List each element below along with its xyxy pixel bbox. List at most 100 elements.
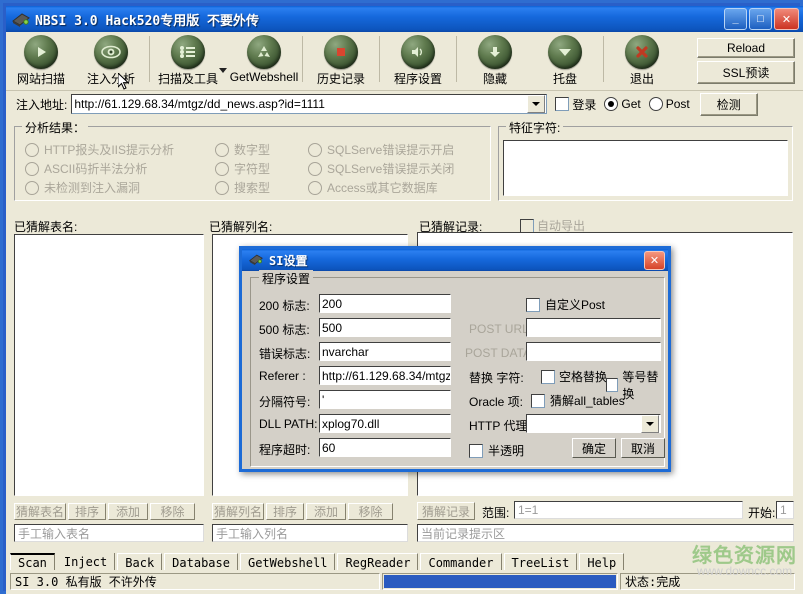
field-separator-input[interactable]: ' (319, 390, 451, 409)
toolbar-label: 程序设置 (394, 70, 442, 87)
toolbar-button-inject-analysis[interactable]: 注入分析 (76, 32, 146, 91)
analysis-option-ascii[interactable]: ASCII码折半法分析 (25, 160, 147, 177)
manual-table-input[interactable]: 手工输入表名 (14, 524, 204, 542)
detect-button[interactable]: 检测 (700, 93, 758, 116)
range-input[interactable]: 1=1 (514, 501, 743, 519)
manual-column-input[interactable]: 手工输入列名 (212, 524, 408, 542)
list-icon (171, 35, 205, 69)
analysis-option-sql-error-off[interactable]: SQLServe错误提示关闭 (308, 160, 454, 177)
toolbar-button-tray[interactable]: 托盘 (530, 32, 600, 91)
radio-dot (25, 181, 39, 195)
analysis-option-numeric[interactable]: 数字型 (215, 141, 270, 158)
field-200-flag-input[interactable]: 200 (319, 294, 451, 313)
analysis-option-sql-error-on[interactable]: SQLServe错误提示开启 (308, 141, 454, 158)
toolbar-label: 托盘 (553, 70, 577, 87)
login-checkbox[interactable]: 登录 (555, 96, 596, 113)
tab-database[interactable]: Database (164, 553, 238, 570)
http-proxy-combo[interactable] (526, 414, 661, 433)
tab-getwebshell[interactable]: GetWebshell (240, 553, 335, 570)
progress-fill (384, 575, 616, 588)
status-state-text: 状态:完成 (620, 573, 795, 590)
ok-button[interactable]: 确定 (572, 438, 616, 458)
tab-scan[interactable]: Scan (10, 553, 55, 570)
replace-space-checkbox[interactable]: 空格替换 (541, 368, 607, 385)
tables-remove-button[interactable]: 移除 (150, 503, 195, 520)
field-error-flag-input[interactable]: nvarchar (319, 342, 451, 361)
radio-dot (649, 97, 663, 111)
field-referer-input[interactable]: http://61.129.68.34/mtgz/d (319, 366, 451, 385)
toolbar-label: GetWebshell (230, 70, 298, 84)
method-post-radio[interactable]: Post (649, 97, 690, 111)
reload-button[interactable]: Reload (697, 38, 795, 58)
tab-help[interactable]: Help (579, 553, 624, 570)
guess-records-button[interactable]: 猜解记录 (417, 502, 475, 520)
post-data-label: POST DATA: (465, 346, 534, 360)
toolbar-separator (603, 36, 604, 82)
minimize-button[interactable]: _ (724, 8, 747, 30)
post-data-input[interactable] (526, 342, 661, 361)
field-timeout-input[interactable]: 60 (319, 438, 451, 457)
toolbar-separator (149, 36, 150, 82)
guess-columns-button[interactable]: 猜解列名 (212, 503, 264, 520)
tables-sort-button[interactable]: 排序 (68, 503, 106, 520)
radio-dot (25, 162, 39, 176)
checkbox-box (526, 298, 540, 312)
radio-dot (604, 97, 618, 111)
toolbar-button-scan-tools[interactable]: 扫描及工具 (153, 32, 223, 91)
main-toolbar: 网站扫描 注入分析 扫描及工具 (6, 32, 803, 91)
tab-back[interactable]: Back (117, 553, 162, 570)
field-label-200: 200 标志: (259, 297, 310, 314)
checkbox-box (520, 219, 534, 233)
close-button[interactable]: ✕ (774, 8, 799, 30)
cancel-button[interactable]: 取消 (621, 438, 665, 458)
ssl-preread-button[interactable]: SSL预读 (697, 61, 795, 84)
guess-tables-button[interactable]: 猜解表名 (14, 503, 66, 520)
oracle-all-tables-checkbox[interactable]: 猜解all_tables (531, 392, 625, 409)
method-get-radio[interactable]: Get (604, 97, 640, 111)
toolbar-button-history[interactable]: 历史记录 (306, 32, 376, 91)
columns-add-button[interactable]: 添加 (306, 503, 346, 520)
dialog-app-icon (247, 252, 265, 269)
tables-add-button[interactable]: 添加 (108, 503, 148, 520)
field-dll-path-input[interactable]: xplog70.dll (319, 414, 451, 433)
analysis-option-search[interactable]: 搜索型 (215, 179, 270, 196)
tab-commander[interactable]: Commander (420, 553, 501, 570)
toolbar-button-getwebshell[interactable]: GetWebshell (229, 32, 299, 91)
columns-remove-button[interactable]: 移除 (348, 503, 393, 520)
progress-bar (382, 573, 618, 590)
custom-post-checkbox[interactable]: 自定义Post (526, 296, 605, 313)
radio-dot (308, 162, 322, 176)
url-input[interactable] (72, 95, 526, 113)
toolbar-button-hide[interactable]: 隐藏 (460, 32, 530, 91)
toolbar-button-exit[interactable]: 退出 (607, 32, 677, 91)
columns-sort-button[interactable]: 排序 (266, 503, 304, 520)
analysis-option-no-vuln[interactable]: 未检测到注入漏洞 (25, 179, 140, 196)
toolbar-button-settings[interactable]: 程序设置 (383, 32, 453, 91)
chevron-down-icon[interactable] (219, 68, 227, 73)
post-url-input[interactable] (526, 318, 661, 337)
maximize-button[interactable]: □ (749, 8, 772, 30)
analysis-option-access-other[interactable]: Access或其它数据库 (308, 179, 438, 196)
tab-inject[interactable]: Inject (57, 553, 115, 570)
start-input[interactable]: 1 (776, 501, 794, 519)
play-icon (24, 35, 58, 69)
record-hint-input[interactable]: 当前记录提示区 (417, 524, 794, 542)
dialog-close-button[interactable]: ✕ (644, 251, 665, 270)
download-icon (478, 35, 512, 69)
program-settings-group: 程序设置 200 标志: 200 500 标志: 500 错误标志: nvarc… (250, 277, 665, 467)
url-combo[interactable] (71, 94, 547, 114)
si-settings-dialog: SI设置 ✕ 程序设置 200 标志: 200 500 标志: 500 错误标志… (239, 246, 671, 472)
analysis-result-group: 分析结果： HTTP报头及IIS提示分析 ASCII码折半法分析 未检测到注入漏… (14, 126, 491, 201)
field-500-flag-input[interactable]: 500 (319, 318, 451, 337)
tab-regreader[interactable]: RegReader (337, 553, 418, 570)
feature-group-title: 特征字符: (506, 119, 563, 136)
chevron-down-icon[interactable] (527, 95, 545, 113)
chevron-down-icon[interactable] (641, 415, 659, 433)
toolbar-button-site-scan[interactable]: 网站扫描 (6, 32, 76, 91)
tab-treelist[interactable]: TreeList (504, 553, 578, 570)
analysis-option-string[interactable]: 字符型 (215, 160, 270, 177)
tables-listbox[interactable] (14, 234, 204, 496)
analysis-option-http-header[interactable]: HTTP报头及IIS提示分析 (25, 141, 174, 158)
feature-char-textarea[interactable] (503, 140, 788, 196)
translucent-checkbox[interactable]: 半透明 (469, 442, 524, 459)
